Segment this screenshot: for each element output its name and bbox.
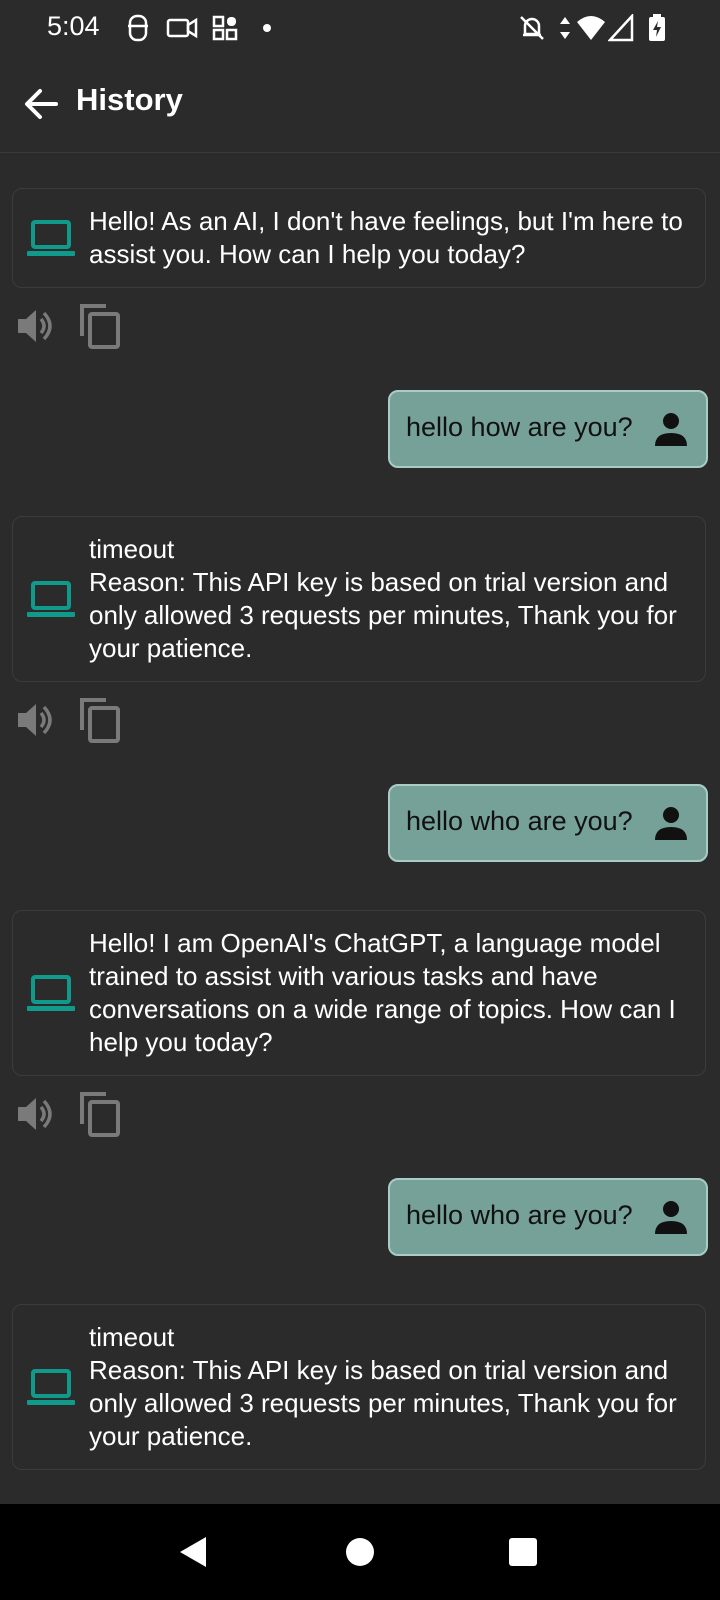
bot-message-text: timeout Reason: This API key is based on… bbox=[89, 1322, 677, 1451]
chat-history-list[interactable]: Hello! As an AI, I don't have feelings, … bbox=[0, 152, 720, 1504]
copy-icon[interactable] bbox=[78, 696, 124, 744]
laptop-icon bbox=[27, 220, 75, 256]
message-actions bbox=[14, 1090, 134, 1140]
dot-icon bbox=[263, 24, 271, 32]
back-arrow-icon[interactable] bbox=[20, 82, 64, 126]
home-circle-icon[interactable] bbox=[342, 1534, 378, 1570]
person-icon bbox=[655, 1201, 687, 1234]
bot-message-bubble: timeout Reason: This API key is based on… bbox=[12, 1304, 706, 1470]
back-triangle-icon[interactable] bbox=[176, 1534, 212, 1570]
bot-message-text: timeout Reason: This API key is based on… bbox=[89, 534, 677, 663]
recents-square-icon[interactable] bbox=[505, 1534, 541, 1570]
user-message-bubble: hello who are you? bbox=[388, 784, 708, 862]
laptop-icon bbox=[27, 1369, 75, 1405]
bot-message-bubble: Hello! I am OpenAI's ChatGPT, a language… bbox=[12, 910, 706, 1076]
data-arrows-icon bbox=[560, 17, 570, 39]
page-title: History bbox=[76, 82, 183, 117]
bot-message-bubble: Hello! As an AI, I don't have feelings, … bbox=[12, 188, 706, 288]
status-bar: 5:04 bbox=[0, 0, 720, 56]
user-message-text: hello who are you? bbox=[406, 1200, 633, 1230]
copy-icon[interactable] bbox=[78, 302, 124, 350]
app-bar: History bbox=[0, 56, 720, 153]
speaker-icon[interactable] bbox=[14, 1092, 58, 1136]
user-message-text: hello who are you? bbox=[406, 806, 633, 836]
system-nav-bar bbox=[0, 1504, 720, 1600]
bot-message-bubble: timeout Reason: This API key is based on… bbox=[12, 516, 706, 682]
user-message-bubble: hello how are you? bbox=[388, 390, 708, 468]
wifi-icon bbox=[577, 16, 605, 40]
user-message-bubble: hello who are you? bbox=[388, 1178, 708, 1256]
copy-icon[interactable] bbox=[78, 1090, 124, 1138]
person-icon bbox=[655, 807, 687, 840]
speaker-icon[interactable] bbox=[14, 304, 58, 348]
widget-grid-icon bbox=[212, 15, 238, 41]
battery-charging-icon bbox=[649, 14, 665, 41]
speaker-icon[interactable] bbox=[14, 698, 58, 742]
video-camera-icon bbox=[166, 17, 198, 39]
message-actions bbox=[14, 302, 134, 352]
bell-off-icon bbox=[520, 16, 544, 40]
message-actions bbox=[14, 696, 134, 746]
notification-app-icon bbox=[128, 14, 148, 42]
laptop-icon bbox=[27, 581, 75, 617]
bot-message-text: Hello! As an AI, I don't have feelings, … bbox=[89, 206, 683, 269]
laptop-icon bbox=[27, 975, 75, 1011]
person-icon bbox=[655, 413, 687, 446]
bot-message-text: Hello! I am OpenAI's ChatGPT, a language… bbox=[89, 928, 676, 1057]
cell-signal-icon bbox=[608, 14, 634, 42]
status-time: 5:04 bbox=[47, 11, 100, 41]
user-message-text: hello how are you? bbox=[406, 412, 633, 442]
